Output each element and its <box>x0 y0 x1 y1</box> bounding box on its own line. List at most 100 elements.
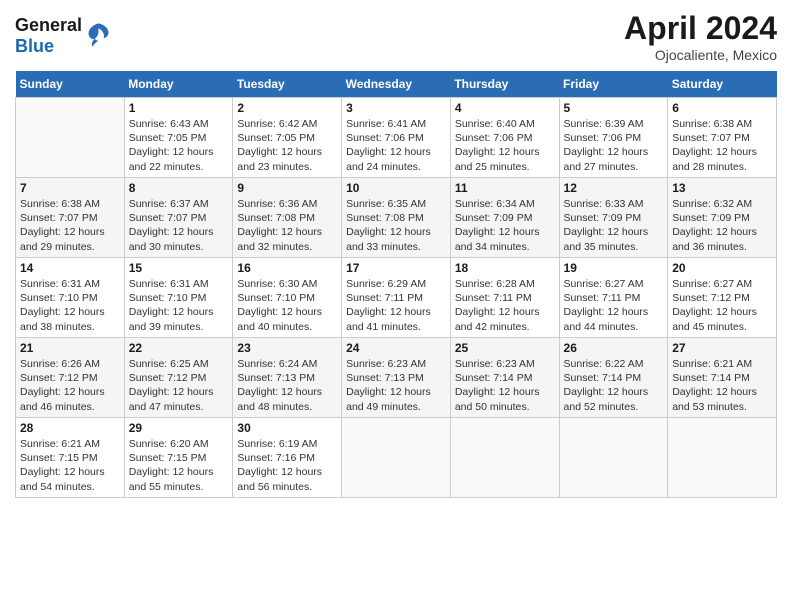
day-cell: 12 Sunrise: 6:33 AM Sunset: 7:09 PM Dayli… <box>559 178 668 258</box>
day-info: Sunrise: 6:34 AM Sunset: 7:09 PM Dayligh… <box>455 197 555 254</box>
day-info: Sunrise: 6:33 AM Sunset: 7:09 PM Dayligh… <box>564 197 664 254</box>
header-day-tuesday: Tuesday <box>233 71 342 98</box>
day-number: 30 <box>237 421 337 435</box>
day-number: 5 <box>564 101 664 115</box>
header-day-wednesday: Wednesday <box>342 71 451 98</box>
day-cell <box>559 418 668 498</box>
day-info: Sunrise: 6:23 AM Sunset: 7:13 PM Dayligh… <box>346 357 446 414</box>
day-cell: 25Sunrise: 6:23 AM Sunset: 7:14 PM Dayli… <box>450 338 559 418</box>
day-cell: 24 Sunrise: 6:23 AM Sunset: 7:13 PM Dayli… <box>342 338 451 418</box>
day-cell: 18 Sunrise: 6:28 AM Sunset: 7:11 PM Dayli… <box>450 258 559 338</box>
day-info: Sunrise: 6:28 AM Sunset: 7:11 PM Dayligh… <box>455 277 555 334</box>
day-number: 24 <box>346 341 446 355</box>
day-cell: 1Sunrise: 6:43 AM Sunset: 7:05 PM Daylig… <box>124 98 233 178</box>
day-number: 28 <box>20 421 120 435</box>
day-cell: 20 Sunrise: 6:27 AM Sunset: 7:12 PM Dayli… <box>668 258 777 338</box>
day-info: Sunrise: 6:35 AM Sunset: 7:08 PM Dayligh… <box>346 197 446 254</box>
day-info: Sunrise: 6:27 AM Sunset: 7:11 PM Dayligh… <box>564 277 664 334</box>
day-cell: 28 Sunrise: 6:21 AM Sunset: 7:15 PM Dayli… <box>16 418 125 498</box>
header-day-sunday: Sunday <box>16 71 125 98</box>
title-block: April 2024 Ojocaliente, Mexico <box>624 10 777 63</box>
week-row-3: 14 Sunrise: 6:31 AM Sunset: 7:10 PM Dayli… <box>16 258 777 338</box>
day-number: 26 <box>564 341 664 355</box>
day-info: Sunrise: 6:29 AM Sunset: 7:11 PM Dayligh… <box>346 277 446 334</box>
day-number: 10 <box>346 181 446 195</box>
header-day-saturday: Saturday <box>668 71 777 98</box>
week-row-1: 1Sunrise: 6:43 AM Sunset: 7:05 PM Daylig… <box>16 98 777 178</box>
week-row-2: 7Sunrise: 6:38 AM Sunset: 7:07 PM Daylig… <box>16 178 777 258</box>
day-cell: 3 Sunrise: 6:41 AM Sunset: 7:06 PM Daylig… <box>342 98 451 178</box>
day-number: 1 <box>129 101 229 115</box>
day-cell: 22 Sunrise: 6:25 AM Sunset: 7:12 PM Dayli… <box>124 338 233 418</box>
day-cell: 30 Sunrise: 6:19 AM Sunset: 7:16 PM Dayli… <box>233 418 342 498</box>
day-number: 12 <box>564 181 664 195</box>
header: General Blue April 2024 Ojocaliente, Mex… <box>15 10 777 63</box>
day-info: Sunrise: 6:25 AM Sunset: 7:12 PM Dayligh… <box>129 357 229 414</box>
month-title: April 2024 <box>624 10 777 47</box>
day-number: 8 <box>129 181 229 195</box>
day-cell: 8Sunrise: 6:37 AM Sunset: 7:07 PM Daylig… <box>124 178 233 258</box>
day-info: Sunrise: 6:21 AM Sunset: 7:14 PM Dayligh… <box>672 357 772 414</box>
day-number: 23 <box>237 341 337 355</box>
day-cell: 11 Sunrise: 6:34 AM Sunset: 7:09 PM Dayli… <box>450 178 559 258</box>
header-row: SundayMondayTuesdayWednesdayThursdayFrid… <box>16 71 777 98</box>
day-number: 14 <box>20 261 120 275</box>
day-number: 27 <box>672 341 772 355</box>
day-number: 20 <box>672 261 772 275</box>
day-cell <box>342 418 451 498</box>
day-cell: 21Sunrise: 6:26 AM Sunset: 7:12 PM Dayli… <box>16 338 125 418</box>
header-day-friday: Friday <box>559 71 668 98</box>
day-info: Sunrise: 6:23 AM Sunset: 7:14 PM Dayligh… <box>455 357 555 414</box>
day-cell: 15 Sunrise: 6:31 AM Sunset: 7:10 PM Dayli… <box>124 258 233 338</box>
header-day-monday: Monday <box>124 71 233 98</box>
day-info: Sunrise: 6:24 AM Sunset: 7:13 PM Dayligh… <box>237 357 337 414</box>
logo-blue: Blue <box>15 36 82 57</box>
day-cell <box>668 418 777 498</box>
day-number: 19 <box>564 261 664 275</box>
day-number: 29 <box>129 421 229 435</box>
day-info: Sunrise: 6:38 AM Sunset: 7:07 PM Dayligh… <box>20 197 120 254</box>
day-number: 18 <box>455 261 555 275</box>
day-cell: 10 Sunrise: 6:35 AM Sunset: 7:08 PM Dayli… <box>342 178 451 258</box>
day-info: Sunrise: 6:32 AM Sunset: 7:09 PM Dayligh… <box>672 197 772 254</box>
day-number: 17 <box>346 261 446 275</box>
day-number: 16 <box>237 261 337 275</box>
day-cell: 2 Sunrise: 6:42 AM Sunset: 7:05 PM Daylig… <box>233 98 342 178</box>
calendar-body: 1Sunrise: 6:43 AM Sunset: 7:05 PM Daylig… <box>16 98 777 498</box>
day-cell: 26 Sunrise: 6:22 AM Sunset: 7:14 PM Dayli… <box>559 338 668 418</box>
day-cell: 4 Sunrise: 6:40 AM Sunset: 7:06 PM Daylig… <box>450 98 559 178</box>
logo-general: General <box>15 15 82 36</box>
day-info: Sunrise: 6:41 AM Sunset: 7:06 PM Dayligh… <box>346 117 446 174</box>
day-cell: 6Sunrise: 6:38 AM Sunset: 7:07 PM Daylig… <box>668 98 777 178</box>
day-number: 15 <box>129 261 229 275</box>
day-info: Sunrise: 6:31 AM Sunset: 7:10 PM Dayligh… <box>20 277 120 334</box>
day-number: 22 <box>129 341 229 355</box>
day-number: 2 <box>237 101 337 115</box>
day-cell: 5Sunrise: 6:39 AM Sunset: 7:06 PM Daylig… <box>559 98 668 178</box>
day-number: 4 <box>455 101 555 115</box>
day-info: Sunrise: 6:27 AM Sunset: 7:12 PM Dayligh… <box>672 277 772 334</box>
calendar-header: SundayMondayTuesdayWednesdayThursdayFrid… <box>16 71 777 98</box>
calendar-table: SundayMondayTuesdayWednesdayThursdayFrid… <box>15 71 777 498</box>
day-number: 11 <box>455 181 555 195</box>
day-info: Sunrise: 6:38 AM Sunset: 7:07 PM Dayligh… <box>672 117 772 174</box>
day-info: Sunrise: 6:19 AM Sunset: 7:16 PM Dayligh… <box>237 437 337 494</box>
logo: General Blue <box>15 15 112 57</box>
day-cell: 27 Sunrise: 6:21 AM Sunset: 7:14 PM Dayli… <box>668 338 777 418</box>
location-title: Ojocaliente, Mexico <box>624 47 777 63</box>
day-cell <box>16 98 125 178</box>
day-info: Sunrise: 6:22 AM Sunset: 7:14 PM Dayligh… <box>564 357 664 414</box>
day-info: Sunrise: 6:30 AM Sunset: 7:10 PM Dayligh… <box>237 277 337 334</box>
day-info: Sunrise: 6:31 AM Sunset: 7:10 PM Dayligh… <box>129 277 229 334</box>
day-cell: 19 Sunrise: 6:27 AM Sunset: 7:11 PM Dayli… <box>559 258 668 338</box>
day-info: Sunrise: 6:36 AM Sunset: 7:08 PM Dayligh… <box>237 197 337 254</box>
day-info: Sunrise: 6:20 AM Sunset: 7:15 PM Dayligh… <box>129 437 229 494</box>
day-info: Sunrise: 6:40 AM Sunset: 7:06 PM Dayligh… <box>455 117 555 174</box>
day-number: 21 <box>20 341 120 355</box>
day-info: Sunrise: 6:21 AM Sunset: 7:15 PM Dayligh… <box>20 437 120 494</box>
day-cell: 9Sunrise: 6:36 AM Sunset: 7:08 PM Daylig… <box>233 178 342 258</box>
day-info: Sunrise: 6:42 AM Sunset: 7:05 PM Dayligh… <box>237 117 337 174</box>
day-cell: 16 Sunrise: 6:30 AM Sunset: 7:10 PM Dayli… <box>233 258 342 338</box>
day-cell: 29 Sunrise: 6:20 AM Sunset: 7:15 PM Dayli… <box>124 418 233 498</box>
day-number: 3 <box>346 101 446 115</box>
